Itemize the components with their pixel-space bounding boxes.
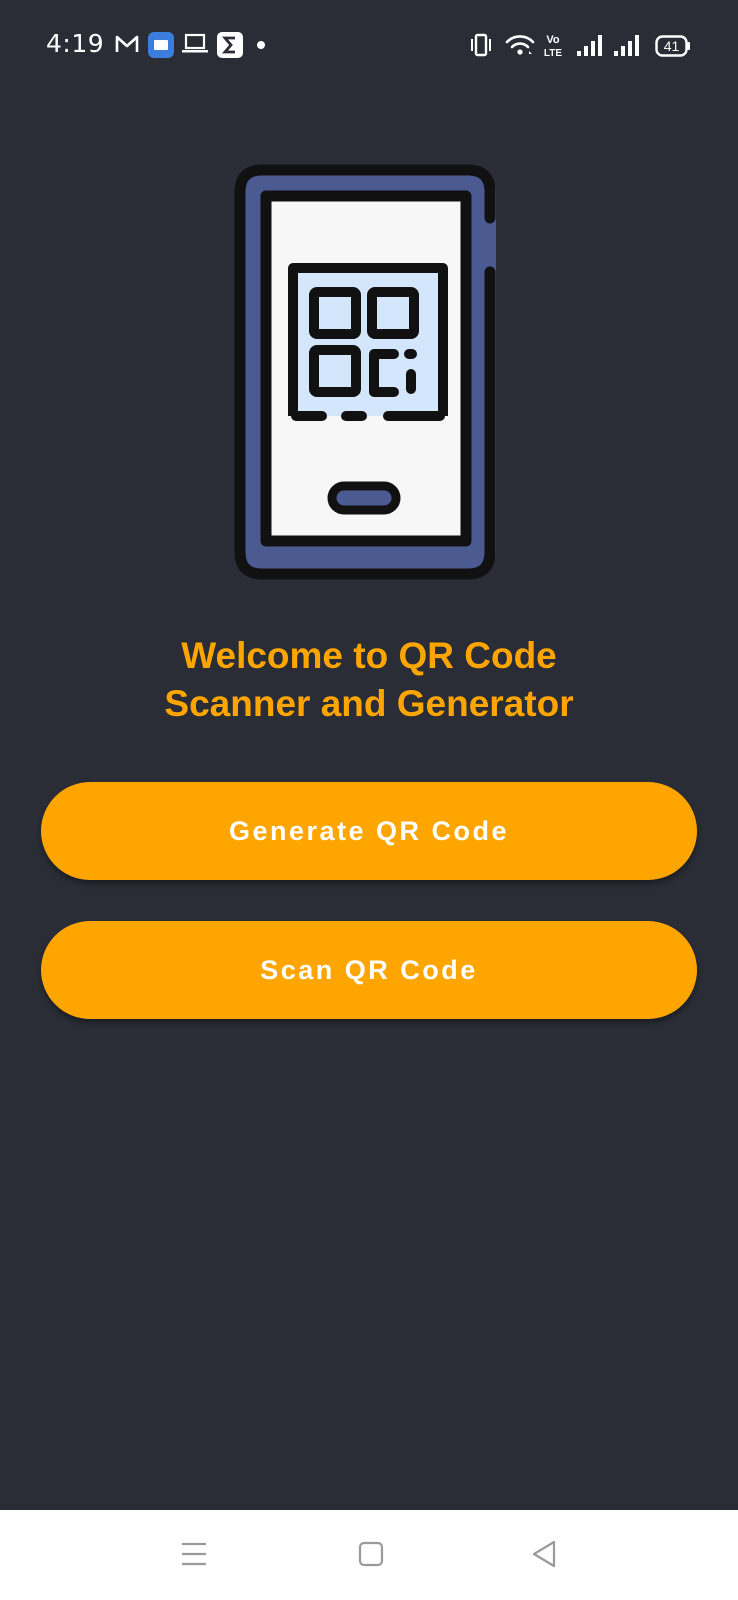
volte-icon: Vo LTE [544,34,562,58]
phone-qr-illustration [234,164,496,580]
welcome-line-1: Welcome to QR Code [181,635,557,676]
gmail-icon [115,35,139,52]
menu-icon[interactable] [180,1540,208,1568]
svg-text:Vo: Vo [546,34,560,46]
wifi-icon [505,35,535,55]
status-time: 4:19 [46,29,105,58]
signal-sim2-icon [614,35,639,56]
battery-level: 41 [663,38,680,54]
messages-icon [148,32,174,58]
generate-qr-button-label: Generate QR Code [228,815,510,846]
scan-qr-button-label: Scan QR Code [260,954,478,985]
svg-text:LTE: LTE [544,48,562,58]
welcome-line-2: Scanner and Generator [164,683,574,724]
notification-dot-icon [257,41,265,49]
home-icon[interactable] [357,1540,385,1568]
back-icon[interactable] [530,1540,558,1568]
battery-icon: 41 [655,35,691,57]
navigation-bar [0,1510,738,1600]
vibrate-icon [471,33,491,57]
laptop-icon [182,33,208,53]
sigma-app-icon [217,32,243,58]
welcome-title: Welcome to QR Code Scanner and Generator [0,632,738,728]
status-bar: 4:19 Vo LTE 41 [0,0,738,92]
scan-qr-button[interactable]: Scan QR Code [41,921,697,1019]
generate-qr-button[interactable]: Generate QR Code [41,782,697,880]
signal-sim1-icon [577,35,602,56]
